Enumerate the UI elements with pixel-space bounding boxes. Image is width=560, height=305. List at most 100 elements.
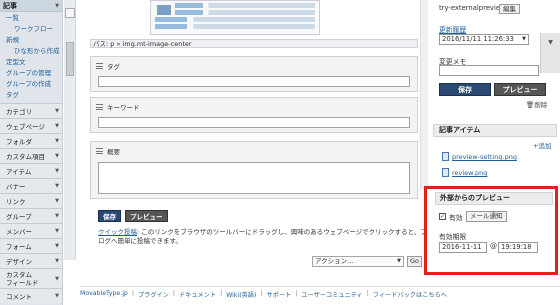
chevron-down-icon: ▼	[55, 123, 59, 129]
sidebar-section-label: アイテム	[6, 168, 32, 176]
footer-separator: |	[131, 290, 134, 297]
scroll-thumb[interactable]	[66, 42, 74, 76]
sidebar-header-entries[interactable]: 記事 ▼	[0, 0, 62, 12]
sidebar-section-banner[interactable]: バナー ▼	[0, 178, 62, 193]
sidebar-item-tags[interactable]: タグ	[6, 90, 62, 101]
preview-button[interactable]: プレビュー	[125, 210, 168, 222]
footer-link-docs[interactable]: ドキュメント	[179, 290, 216, 300]
excerpt-label-text: 概要	[107, 148, 120, 156]
footer-link-feedback[interactable]: フィードバックはこちらへ	[373, 290, 447, 300]
sidebar-section-label: カテゴリ	[6, 108, 32, 116]
expiry-date-input[interactable]: 2016-11-11	[439, 242, 487, 253]
sidebar-section-label: コメント	[6, 293, 32, 301]
mail-notify-button[interactable]: メール通知	[466, 211, 507, 222]
image-file-icon	[442, 168, 449, 177]
sidebar-section-webpage[interactable]: ウェブページ ▼	[0, 118, 62, 133]
preview-line	[175, 3, 315, 8]
revision-select[interactable]: 2016/11/11 11:26:33 ▼	[439, 34, 529, 45]
preview-line	[155, 24, 315, 29]
publish-save-button[interactable]: 保存	[439, 83, 491, 96]
footer-link-support[interactable]: サポート	[267, 290, 292, 300]
add-asset-link[interactable]: +追加	[533, 140, 551, 150]
sidebar-header-label: 記事	[3, 1, 17, 10]
panel-toggle-tab[interactable]: ▼	[540, 33, 560, 73]
save-button[interactable]: 保存	[98, 210, 121, 222]
revision-select-value: 2016/11/11 11:26:33	[442, 35, 514, 43]
sidebar-section-asset[interactable]: アイテム ▼	[0, 163, 62, 178]
asset-item[interactable]: preview-setting.png	[452, 153, 517, 161]
drag-handle-icon[interactable]	[96, 63, 103, 69]
footer-link-wiki[interactable]: Wiki(英語)	[226, 290, 256, 300]
sidebar-item-boilerplate[interactable]: 定型文	[6, 57, 62, 68]
sidebar-scrollbar[interactable]	[64, 0, 76, 260]
action-select-value: アクション...	[315, 257, 354, 265]
sidebar-item-group-manage[interactable]: グループの管理	[6, 68, 62, 79]
drag-handle-icon[interactable]	[96, 148, 103, 154]
publish-preview-button[interactable]: プレビュー	[494, 83, 546, 96]
sidebar-section-label: バナー	[6, 183, 26, 191]
quickpost-link[interactable]: クイック投稿	[98, 228, 137, 236]
go-button[interactable]: Go	[407, 256, 423, 267]
footer-separator: |	[366, 290, 369, 297]
chevron-down-icon: ▼	[55, 198, 59, 204]
editor-button-row: 保存 プレビュー	[98, 210, 168, 222]
sidebar-item-new[interactable]: 新規	[6, 35, 62, 46]
main-editor: パス: p » img.mt-image-center タグ キーワード 概要 …	[80, 0, 427, 260]
excerpt-textarea[interactable]	[98, 162, 410, 194]
delete-link[interactable]: 🗑削除	[526, 99, 547, 109]
sidebar-item-list[interactable]: 一覧	[6, 13, 62, 24]
action-select[interactable]: アクション... ▼	[312, 256, 404, 267]
collapse-icon[interactable]: ▼	[55, 3, 59, 9]
sidebar-section-label: カスタム項目	[6, 153, 45, 161]
sidebar-section-link[interactable]: リンク ▼	[0, 193, 62, 208]
footer-separator: |	[295, 290, 298, 297]
expiry-label: 有効期限	[439, 233, 467, 241]
sidebar-item-from-template[interactable]: ひな形から作成	[6, 46, 62, 57]
left-sidebar: 記事 ▼ 一覧 ワークフロー 新規 ひな形から作成 定型文 グループの管理 グル…	[0, 0, 63, 305]
sidebar-section-member[interactable]: メンバー ▼	[0, 223, 62, 238]
excerpt-label: 概要	[96, 146, 120, 156]
chevron-down-icon: ▼	[55, 243, 59, 249]
chevron-down-icon: ▼	[55, 183, 59, 189]
chevron-down-icon: ▼	[55, 228, 59, 234]
asset-item[interactable]: review.png	[452, 169, 487, 177]
footer-links: MovableType.jp | プラグイン | ドキュメント | Wiki(英語) |…	[80, 290, 500, 300]
sidebar-item-workflow[interactable]: ワークフロー	[6, 24, 62, 35]
revision-history-link[interactable]: 更新履歴	[439, 24, 466, 34]
sidebar-section-form[interactable]: フォーム ▼	[0, 238, 62, 253]
enabled-checkbox[interactable]: ✓	[439, 213, 446, 220]
drag-handle-icon[interactable]	[96, 104, 103, 110]
footer-separator: |	[172, 290, 175, 297]
sidebar-section-label: メンバー	[6, 228, 32, 236]
chevron-down-icon: ▼	[397, 258, 401, 264]
editor-path-bar: パス: p » img.mt-image-center	[90, 39, 418, 48]
image-file-icon	[442, 152, 449, 161]
footer-link-community[interactable]: ユーザーコミュニティ	[301, 290, 362, 300]
memo-input[interactable]	[439, 65, 539, 76]
sidebar-section-custom-field[interactable]: カスタム フィールド ▼	[0, 268, 62, 288]
sidebar-section-custom-item[interactable]: カスタム項目 ▼	[0, 148, 62, 163]
sidebar-section-design[interactable]: デザイン ▼	[0, 253, 62, 268]
chevron-down-icon: ▼	[55, 138, 59, 144]
thumbnail-image	[157, 5, 171, 15]
sidebar-section-folder[interactable]: フォルダ ▼	[0, 133, 62, 148]
tags-input[interactable]	[98, 76, 410, 87]
expiry-time-input[interactable]: 19:19:18	[498, 242, 538, 253]
sidebar-section-comment[interactable]: コメント ▼	[0, 288, 62, 303]
sidebar-section-group[interactable]: グループ ▼	[0, 208, 62, 223]
sidebar-item-group-create[interactable]: グループの作成	[6, 79, 62, 90]
chevron-down-icon: ▼	[55, 258, 59, 264]
scroll-up-button[interactable]	[65, 8, 75, 18]
sidebar-section-label: デザイン	[6, 258, 32, 266]
edit-button[interactable]: 編集	[499, 4, 520, 14]
main-scrollbar[interactable]	[420, 0, 428, 190]
footer-link-mt[interactable]: MovableType.jp	[80, 290, 128, 300]
sidebar-section-category[interactable]: カテゴリ ▼	[0, 103, 62, 118]
chevron-down-icon: ▼	[55, 153, 59, 159]
footer-link-plugins[interactable]: プラグイン	[138, 290, 169, 300]
add-asset-label: 追加	[538, 142, 552, 150]
action-row: アクション... ▼ Go	[312, 256, 423, 267]
sidebar-section-label: フォルダ	[6, 138, 32, 146]
editor-image-preview	[150, 0, 320, 35]
keywords-input[interactable]	[98, 117, 410, 128]
